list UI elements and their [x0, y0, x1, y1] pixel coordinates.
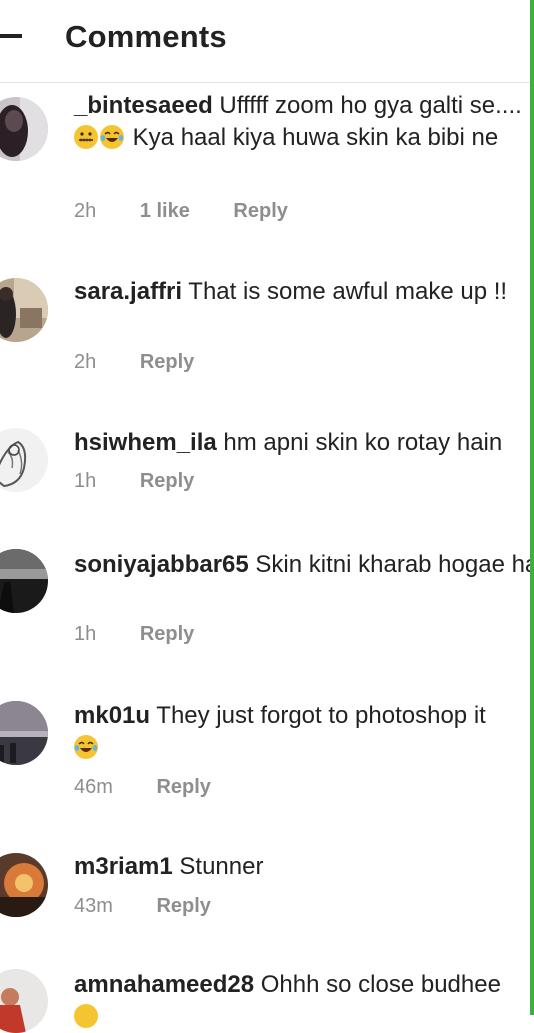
comment-body: Skin kitni kharab hogae ha [255, 551, 530, 578]
comment-username[interactable]: _bintesaeed [74, 92, 213, 119]
comment-time: 46m [74, 776, 113, 798]
comment-body-continued: Kya haal kiya huwa skin ka bibi ne [132, 124, 499, 151]
comment-username[interactable]: mk01u [74, 702, 150, 729]
avatar[interactable] [0, 278, 48, 342]
comment-meta: 43m Reply [74, 895, 211, 918]
comment-body: Ohhh so close budhee [260, 971, 501, 998]
comment-body: They just forgot to photoshop it [156, 702, 486, 729]
comment-text: sara.jaffri That is some awful make up !… [74, 276, 530, 308]
back-arrow-icon[interactable] [0, 34, 22, 38]
comment-text: m3riam1 Stunner [74, 851, 530, 883]
comment-time: 2h [74, 351, 97, 373]
comment-meta: 46m Reply [74, 776, 211, 799]
comment-text: hsiwhem_ila hm apni skin ko rotay hain [74, 427, 530, 459]
comment-time: 43m [74, 895, 113, 917]
zipper-mouth-face-icon [74, 125, 98, 149]
comment-time: 1h [74, 623, 97, 645]
comment-username[interactable]: m3riam1 [74, 853, 173, 880]
page-title: Comments [65, 19, 227, 54]
avatar[interactable] [0, 428, 48, 492]
comment-username[interactable]: amnahameed28 [74, 971, 254, 998]
avatar[interactable] [0, 969, 48, 1033]
comment-meta: 2h Reply [74, 351, 194, 374]
comment-body: Ufffff zoom ho gya galti se.... [219, 92, 522, 119]
comment-body: Stunner [179, 853, 264, 880]
reply-button[interactable]: Reply [140, 351, 194, 374]
comment-emoji-line [74, 1001, 530, 1033]
comment-time: 1h [74, 470, 97, 492]
avatar[interactable] [0, 701, 48, 765]
comment-username[interactable]: hsiwhem_ila [74, 429, 217, 456]
right-edge-border [530, 0, 534, 1015]
comment-body: hm apni skin ko rotay hain [223, 429, 503, 456]
comment-body: That is some awful make up !! [188, 278, 508, 305]
comment-meta: 2h 1 like Reply [74, 200, 288, 223]
reply-button[interactable]: Reply [233, 200, 287, 223]
comment-meta: 1h Reply [74, 623, 194, 646]
reply-button[interactable]: Reply [156, 776, 210, 799]
face-with-tears-of-joy-icon [100, 125, 124, 149]
comments-header: Comments [0, 0, 530, 83]
emoji-icon [74, 1004, 98, 1028]
reply-button[interactable]: Reply [140, 623, 194, 646]
comment-meta: 1h Reply [74, 470, 194, 493]
comment-username[interactable]: soniyajabbar65 [74, 551, 249, 578]
comment-text: soniyajabbar65 Skin kitni kharab hogae h… [74, 549, 530, 581]
comment-username[interactable]: sara.jaffri [74, 278, 182, 305]
comment-time: 2h [74, 200, 97, 222]
face-with-tears-of-joy-icon [74, 735, 98, 759]
comment-emoji-line [74, 732, 530, 764]
comment-text: amnahameed28 Ohhh so close budhee [74, 969, 530, 1001]
avatar[interactable] [0, 97, 48, 161]
reply-button[interactable]: Reply [140, 470, 194, 493]
comment-text: mk01u They just forgot to photoshop it [74, 700, 530, 732]
avatar[interactable] [0, 853, 48, 917]
avatar[interactable] [0, 549, 48, 613]
like-count-link[interactable]: 1 like [140, 200, 190, 223]
comment-text: _bintesaeed Ufffff zoom ho gya galti se.… [74, 90, 530, 154]
reply-button[interactable]: Reply [156, 895, 210, 918]
